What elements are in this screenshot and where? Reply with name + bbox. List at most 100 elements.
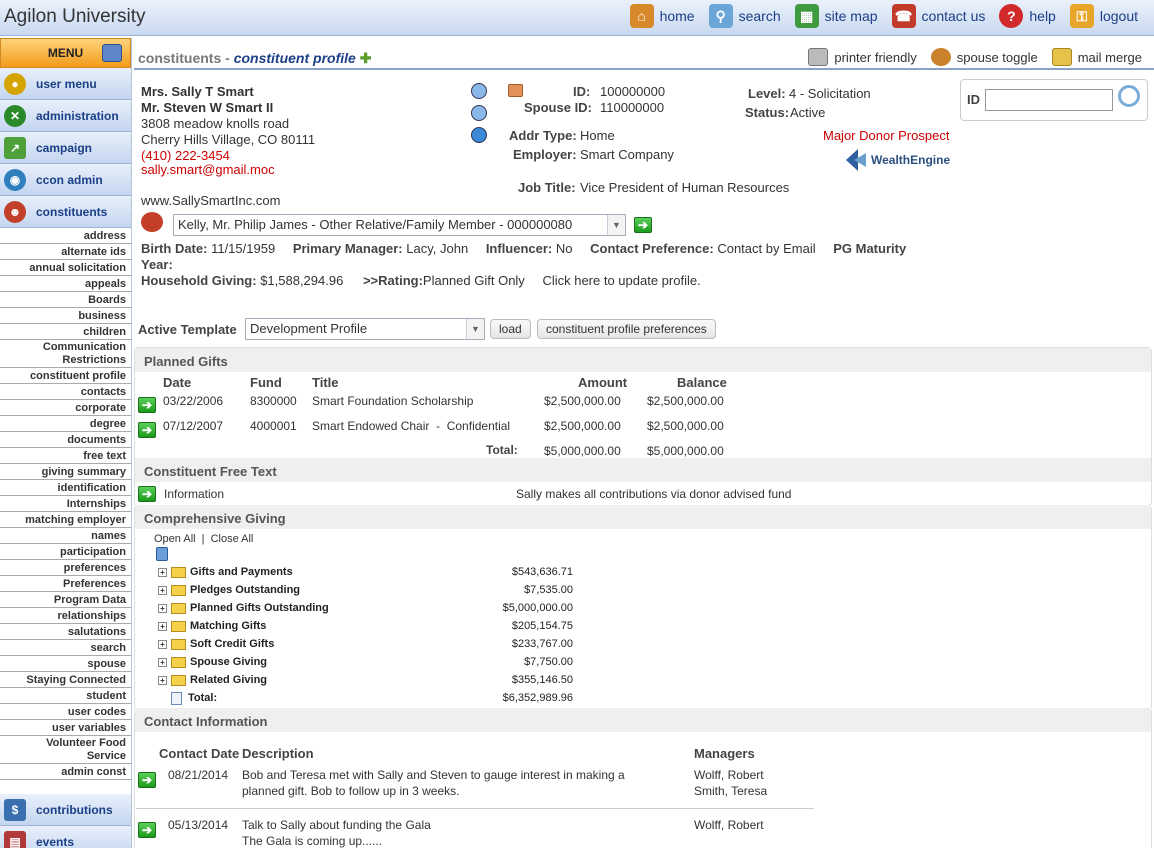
sidebar-sub-documents[interactable]: documents <box>0 432 131 448</box>
help-icon: ? <box>999 4 1024 28</box>
printer-friendly-button[interactable]: printer friendly <box>808 48 917 66</box>
breadcrumb-section[interactable]: constituents <box>138 50 221 66</box>
globe-icon[interactable] <box>471 127 487 143</box>
nav-search[interactable]: ⚲ search <box>708 4 781 28</box>
contact-manager-1: Wolff, Robert <box>694 818 764 832</box>
sidebar-item-events[interactable]: ▤ events <box>0 826 131 848</box>
spouse-toggle-button[interactable]: spouse toggle <box>930 48 1038 66</box>
search-icon[interactable] <box>1118 85 1140 107</box>
planned-gift-row-go-button[interactable]: ➔ <box>138 422 156 438</box>
relationship-select[interactable]: Kelly, Mr. Philip James - Other Relative… <box>173 214 626 236</box>
tree-row[interactable]: + Pledges Outstanding <box>158 582 300 598</box>
mail-merge-button[interactable]: mail merge <box>1051 48 1142 66</box>
active-template-value: Development Profile <box>250 321 368 336</box>
tree-row[interactable]: + Matching Gifts <box>158 618 266 634</box>
sidebar-sub-free-text[interactable]: free text <box>0 448 131 464</box>
sidebar-sub-identification[interactable]: identification <box>0 480 131 496</box>
free-text-go-button[interactable]: ➔ <box>138 486 156 502</box>
sidebar-item-campaign[interactable]: ↗ campaign <box>0 132 131 164</box>
wealthengine-logo[interactable]: WealthEngine <box>844 146 950 174</box>
nav-site-map[interactable]: ▦ site map <box>794 4 878 28</box>
sidebar-sub-communication-restrictions[interactable]: Communication Restrictions <box>0 340 131 368</box>
sitemap-icon: ▦ <box>794 4 819 28</box>
website[interactable]: www.SallySmartInc.com <box>141 193 280 208</box>
sidebar-sub-appeals[interactable]: appeals <box>0 276 131 292</box>
sidebar-sub-student[interactable]: student <box>0 688 131 704</box>
sidebar-sub-giving-summary[interactable]: giving summary <box>0 464 131 480</box>
sidebar-sub-internships[interactable]: Internships <box>0 496 131 512</box>
nav-home[interactable]: ⌂ home <box>629 4 695 28</box>
rating-label: >>Rating: <box>362 273 423 288</box>
sidebar-sub-corporate[interactable]: corporate <box>0 400 131 416</box>
id-search-input[interactable] <box>985 89 1113 111</box>
sidebar-sub-names[interactable]: names <box>0 528 131 544</box>
person-icon[interactable] <box>471 83 487 99</box>
sidebar-sub-user-codes[interactable]: user codes <box>0 704 131 720</box>
load-button[interactable]: load <box>490 319 531 339</box>
sidebar-sub-constituent-profile[interactable]: constituent profile <box>0 368 131 384</box>
sidebar-item-ccon-admin[interactable]: ◉ ccon admin <box>0 164 131 196</box>
email-address[interactable]: sally.smart@gmail.moc <box>141 162 275 177</box>
relationship-go-button[interactable]: ➔ <box>634 217 652 233</box>
sidebar-sub-preferences-2[interactable]: Preferences <box>0 576 131 592</box>
expand-icon[interactable]: + <box>158 621 167 631</box>
nav-help[interactable]: ? help <box>999 4 1056 28</box>
address-street: 3808 meadow knolls road <box>141 116 290 131</box>
logout-icon: ⚿ <box>1069 4 1094 28</box>
contact-row-go-button[interactable]: ➔ <box>138 822 156 838</box>
sidebar-sub-spouse[interactable]: spouse <box>0 656 131 672</box>
sidebar-sub-search[interactable]: search <box>0 640 131 656</box>
tree-row[interactable]: + Soft Credit Gifts <box>158 636 274 652</box>
sidebar-sub-admin-const[interactable]: admin const <box>0 764 131 780</box>
sidebar-sub-degree[interactable]: degree <box>0 416 131 432</box>
close-all-link[interactable]: Close All <box>211 533 254 545</box>
constituent-profile-preferences-button[interactable]: constituent profile preferences <box>537 319 716 339</box>
sidebar-sub-program-data[interactable]: Program Data <box>0 592 131 608</box>
sidebar-sub-volunteer-food-service[interactable]: Volunteer Food Service <box>0 736 131 764</box>
active-template-select[interactable]: Development Profile ▼ <box>245 318 485 340</box>
nav-contact-us[interactable]: ☎ contact us <box>891 4 985 28</box>
sidebar-sub-children[interactable]: children <box>0 324 131 340</box>
sidebar-sub-relationships[interactable]: relationships <box>0 608 131 624</box>
person-icon-2[interactable] <box>471 105 487 121</box>
wealthengine-mark-icon <box>846 149 866 171</box>
expand-icon[interactable]: + <box>158 657 167 667</box>
sidebar-sub-participation[interactable]: participation <box>0 544 131 560</box>
expand-icon[interactable]: + <box>158 603 167 613</box>
sidebar-sub-staying-connected[interactable]: Staying Connected <box>0 672 131 688</box>
sidebar-item-user-menu[interactable]: ● user menu <box>0 68 131 100</box>
administration-icon: ✕ <box>4 104 26 127</box>
sidebar-sub-contacts[interactable]: contacts <box>0 384 131 400</box>
tag-icon[interactable] <box>508 84 523 97</box>
sidebar-item-contributions[interactable]: $ contributions <box>0 794 131 826</box>
sidebar-sub-business[interactable]: business <box>0 308 131 324</box>
sidebar-sub-boards[interactable]: Boards <box>0 292 131 308</box>
planned-gift-row-go-button[interactable]: ➔ <box>138 397 156 413</box>
sidebar-sub-address[interactable]: address <box>0 228 131 244</box>
expand-icon[interactable]: + <box>158 585 167 595</box>
tree-row[interactable]: + Related Giving <box>158 672 267 688</box>
sidebar-sub-user-variables[interactable]: user variables <box>0 720 131 736</box>
update-profile-link[interactable]: Click here to update profile. <box>542 273 700 288</box>
tree-separator: | <box>201 533 205 545</box>
document-icon <box>171 691 182 705</box>
expand-icon[interactable]: + <box>158 567 167 577</box>
nav-home-label: home <box>659 8 695 24</box>
tree-row[interactable]: + Spouse Giving <box>158 654 267 670</box>
sidebar-item-administration[interactable]: ✕ administration <box>0 100 131 132</box>
sidebar-sub-annual-solicitation[interactable]: annual solicitation <box>0 260 131 276</box>
tree-row[interactable]: + Planned Gifts Outstanding <box>158 600 329 616</box>
menu-header[interactable]: MENU <box>0 38 131 68</box>
sidebar-sub-alternate-ids[interactable]: alternate ids <box>0 244 131 260</box>
expand-icon[interactable]: + <box>158 639 167 649</box>
sidebar-sub-matching-employer[interactable]: matching employer <box>0 512 131 528</box>
favorite-star-icon[interactable]: ✚ <box>360 50 372 66</box>
open-all-link[interactable]: Open All <box>154 533 196 545</box>
tree-row[interactable]: + Gifts and Payments <box>158 564 293 580</box>
contact-row-go-button[interactable]: ➔ <box>138 772 156 788</box>
sidebar-sub-preferences[interactable]: preferences <box>0 560 131 576</box>
nav-logout[interactable]: ⚿ logout <box>1069 4 1138 28</box>
sidebar-sub-salutations[interactable]: salutations <box>0 624 131 640</box>
sidebar-item-constituents[interactable]: ☻ constituents <box>0 196 131 228</box>
expand-icon[interactable]: + <box>158 675 167 685</box>
